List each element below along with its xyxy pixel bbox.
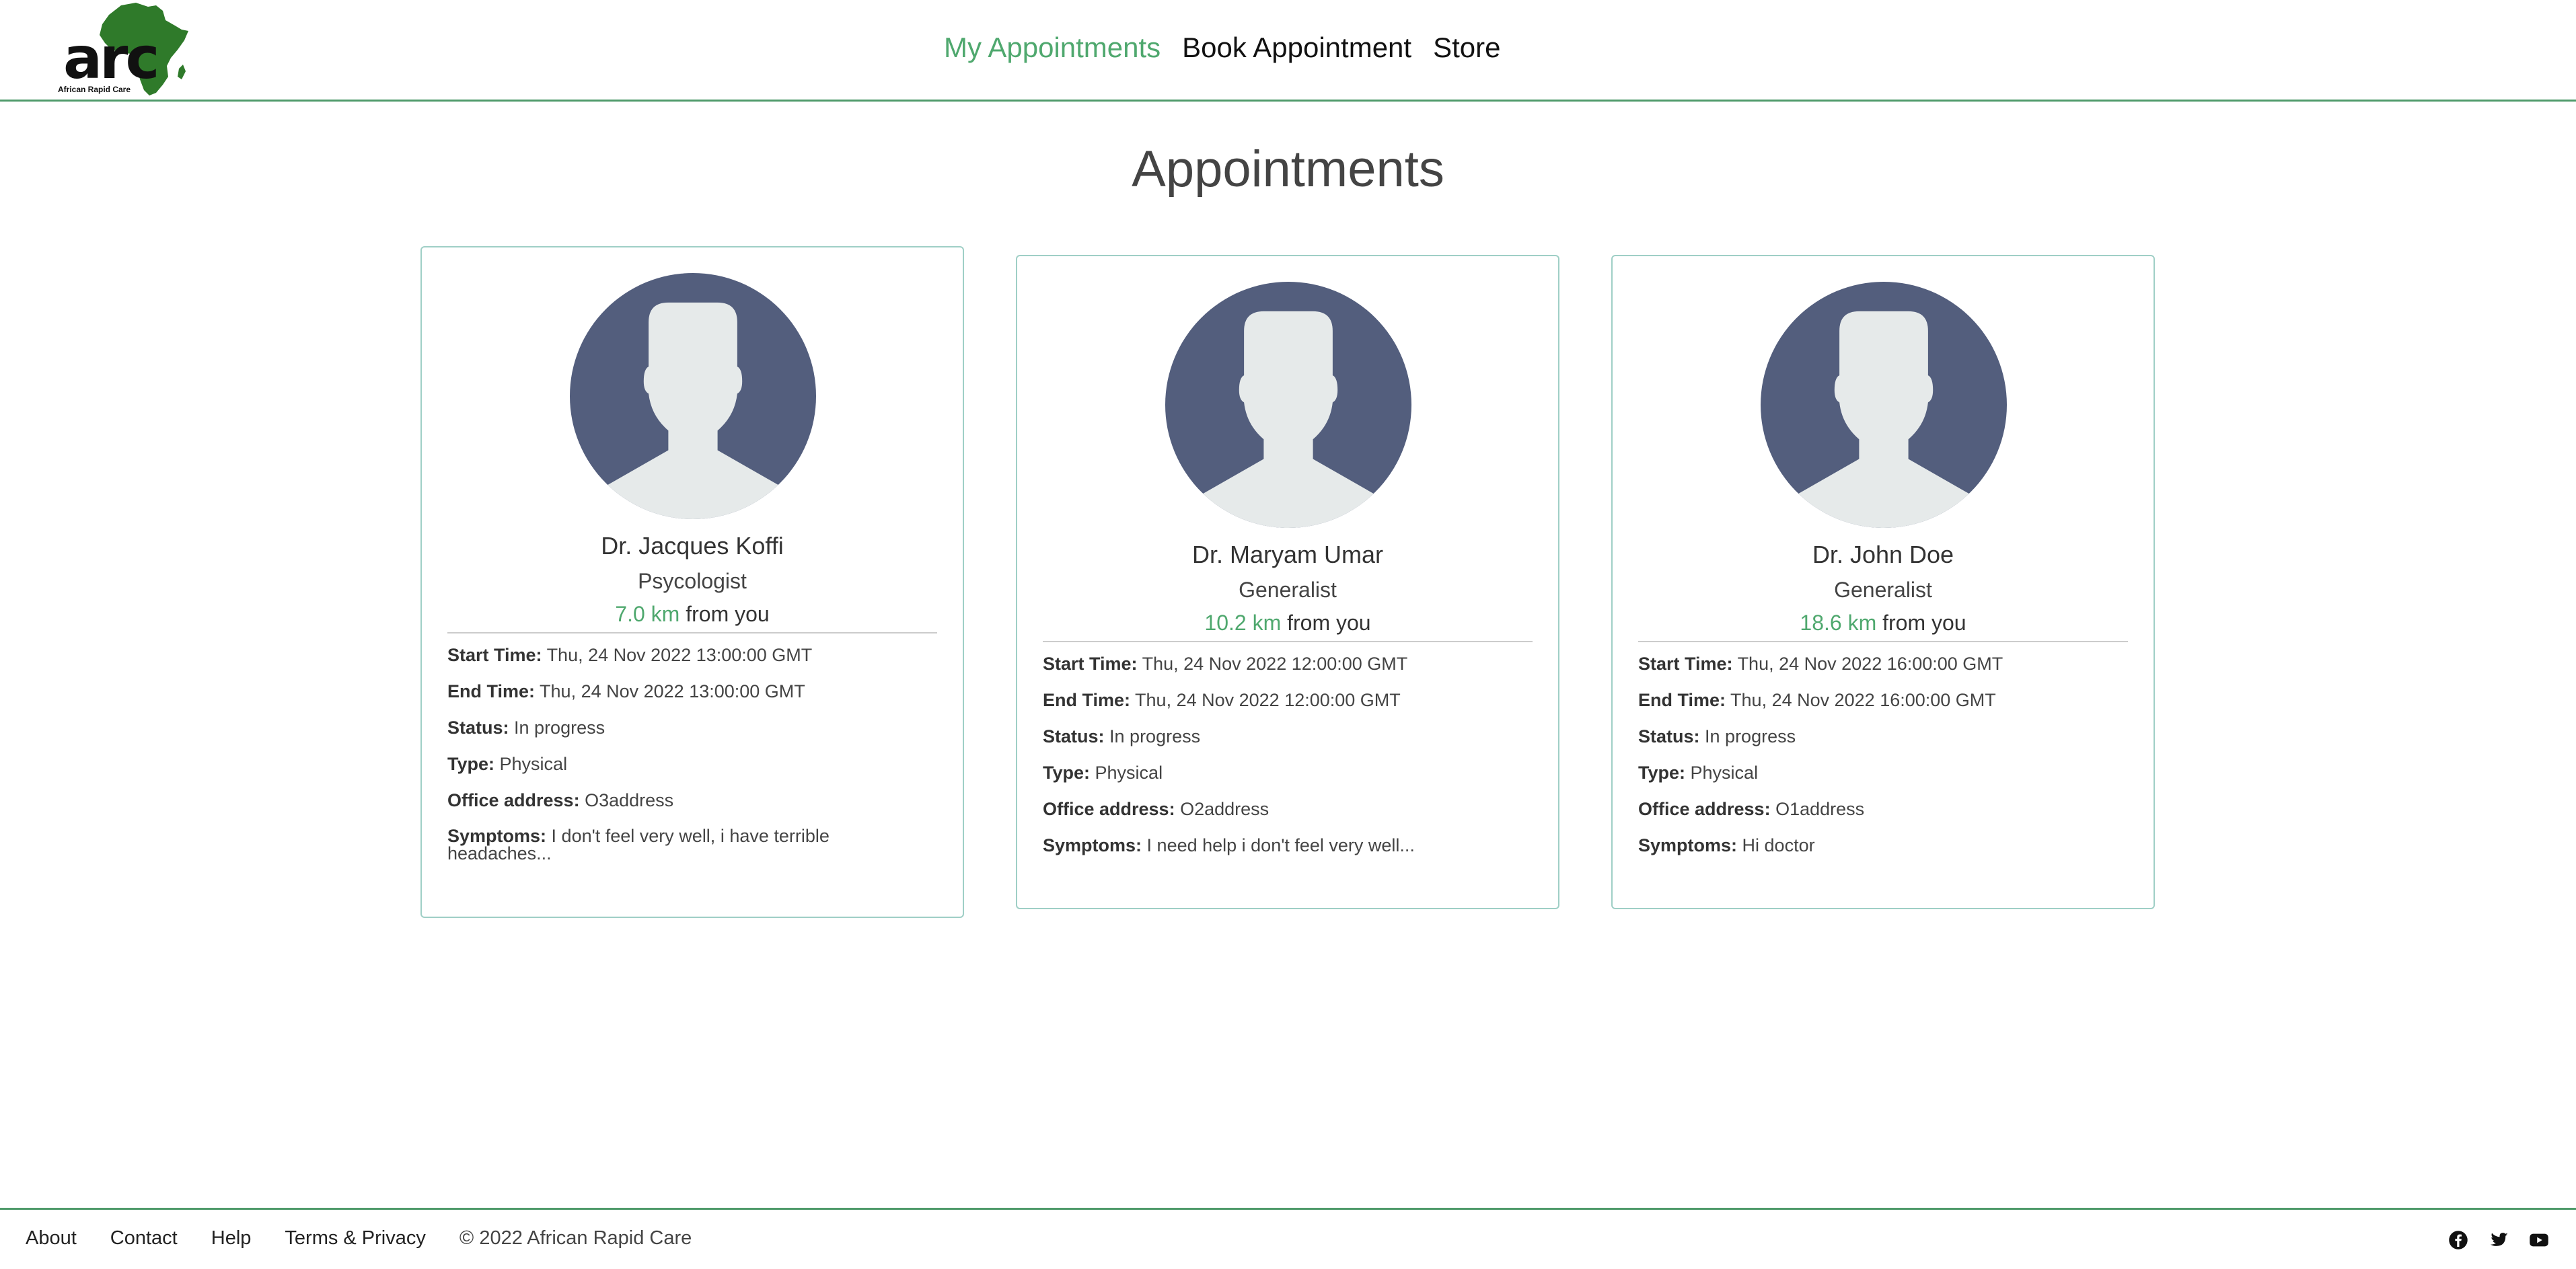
symptoms-label: Symptoms: [1043, 835, 1142, 855]
distance-value: 18.6 km [1800, 611, 1877, 635]
avatar-placeholder-icon [1165, 282, 1411, 528]
logo-subtitle: African Rapid Care [58, 85, 131, 94]
start-time-row: Start Time: Thu, 24 Nov 2022 12:00:00 GM… [1043, 654, 1533, 673]
footer-copyright: © 2022 African Rapid Care [459, 1227, 692, 1249]
status-label: Status: [1638, 726, 1700, 746]
end-time-value: Thu, 24 Nov 2022 12:00:00 GMT [1135, 690, 1401, 710]
office-label: Office address: [1638, 799, 1771, 819]
facebook-icon[interactable] [2448, 1230, 2468, 1250]
end-time-row: End Time: Thu, 24 Nov 2022 12:00:00 GMT [1043, 691, 1533, 709]
nav-my-appointments[interactable]: My Appointments [944, 30, 1161, 66]
doctor-specialty: Generalist [1239, 578, 1337, 602]
distance-value: 7.0 km [615, 602, 680, 626]
appointment-details: Start Time: Thu, 24 Nov 2022 16:00:00 GM… [1638, 654, 2128, 872]
distance-suffix: from you [1882, 611, 1966, 635]
type-label: Type: [1043, 763, 1091, 783]
office-label: Office address: [447, 790, 580, 810]
symptoms-value: Hi doctor [1742, 835, 1815, 855]
end-time-label: End Time: [1638, 690, 1726, 710]
start-time-row: Start Time: Thu, 24 Nov 2022 13:00:00 GM… [447, 646, 937, 664]
office-row: Office address: O3address [447, 791, 937, 810]
end-time-label: End Time: [1043, 690, 1131, 710]
type-label: Type: [1638, 763, 1686, 783]
status-value: In progress [1705, 726, 1796, 746]
type-row: Type: Physical [1638, 763, 2128, 782]
doctor-name: Dr. Maryam Umar [1191, 541, 1383, 568]
distance-value: 10.2 km [1204, 611, 1282, 635]
end-time-row: End Time: Thu, 24 Nov 2022 13:00:00 GMT [447, 682, 937, 701]
status-row: Status: In progress [1638, 727, 2128, 746]
doctor-distance: 10.2 km from you [1017, 611, 1558, 636]
footer-links: About Contact Help Terms & Privacy © 202… [26, 1227, 692, 1249]
avatar-placeholder-icon [570, 273, 816, 519]
doctor-name: Dr. John Doe [1812, 541, 1954, 568]
card-divider [1043, 641, 1533, 642]
footer-link-contact[interactable]: Contact [110, 1227, 178, 1249]
status-value: In progress [514, 718, 605, 738]
end-time-label: End Time: [447, 681, 536, 701]
office-label: Office address: [1043, 799, 1175, 819]
office-row: Office address: O1address [1638, 800, 2128, 818]
appointment-details: Start Time: Thu, 24 Nov 2022 12:00:00 GM… [1043, 654, 1533, 872]
footer-link-terms-privacy[interactable]: Terms & Privacy [285, 1227, 425, 1249]
start-time-value: Thu, 24 Nov 2022 12:00:00 GMT [1142, 654, 1408, 674]
type-row: Type: Physical [1043, 763, 1533, 782]
appointment-card[interactable]: Dr. Maryam Umar Generalist 10.2 km from … [1016, 255, 1559, 909]
start-time-value: Thu, 24 Nov 2022 13:00:00 GMT [546, 645, 813, 665]
office-value: O2address [1180, 799, 1269, 819]
appointment-card[interactable]: Dr. John Doe Generalist 18.6 km from you… [1611, 255, 2155, 909]
youtube-icon[interactable] [2529, 1230, 2549, 1250]
arc-logo[interactable]: arc African Rapid Care [55, 1, 190, 95]
footer-link-about[interactable]: About [26, 1227, 77, 1249]
logo-wordmark: arc [63, 25, 159, 92]
page-title: Appointments [1132, 141, 1444, 198]
doctor-name: Dr. Jacques Koffi [601, 532, 784, 560]
end-time-row: End Time: Thu, 24 Nov 2022 16:00:00 GMT [1638, 691, 2128, 709]
symptoms-value: I need help i don't feel very well... [1146, 835, 1415, 855]
footer-link-help[interactable]: Help [211, 1227, 252, 1249]
twitter-icon[interactable] [2489, 1230, 2509, 1250]
type-label: Type: [447, 754, 495, 774]
doctor-distance: 18.6 km from you [1613, 611, 2154, 636]
end-time-value: Thu, 24 Nov 2022 13:00:00 GMT [540, 681, 805, 701]
start-time-label: Start Time: [447, 645, 542, 665]
doctor-distance: 7.0 km from you [422, 602, 963, 627]
avatar-placeholder-icon [1761, 282, 2007, 528]
distance-suffix: from you [686, 602, 770, 626]
site-footer: About Contact Help Terms & Privacy © 202… [0, 1208, 2576, 1269]
start-time-row: Start Time: Thu, 24 Nov 2022 16:00:00 GM… [1638, 654, 2128, 673]
office-row: Office address: O2address [1043, 800, 1533, 818]
nav-book-appointment[interactable]: Book Appointment [1182, 30, 1411, 66]
status-value: In progress [1109, 726, 1201, 746]
social-links [2448, 1230, 2549, 1250]
symptoms-row: Symptoms: I need help i don't feel very … [1043, 836, 1533, 855]
site-header: arc African Rapid Care My Appointments B… [0, 0, 2576, 102]
nav-store[interactable]: Store [1433, 30, 1500, 66]
status-row: Status: In progress [1043, 727, 1533, 746]
type-value: Physical [499, 754, 568, 774]
office-value: O3address [585, 790, 674, 810]
distance-suffix: from you [1287, 611, 1371, 635]
status-label: Status: [1043, 726, 1105, 746]
type-value: Physical [1095, 763, 1163, 783]
appointment-card[interactable]: Dr. Jacques Koffi Psycologist 7.0 km fro… [420, 246, 964, 918]
type-value: Physical [1690, 763, 1759, 783]
start-time-value: Thu, 24 Nov 2022 16:00:00 GMT [1737, 654, 2003, 674]
type-row: Type: Physical [447, 755, 937, 773]
symptoms-label: Symptoms: [1638, 835, 1738, 855]
card-divider [1638, 641, 2128, 642]
status-row: Status: In progress [447, 718, 937, 737]
office-value: O1address [1775, 799, 1865, 819]
doctor-specialty: Generalist [1834, 578, 1932, 602]
symptoms-row: Symptoms: Hi doctor [1638, 836, 2128, 855]
card-divider [447, 632, 937, 633]
end-time-value: Thu, 24 Nov 2022 16:00:00 GMT [1730, 690, 1996, 710]
start-time-label: Start Time: [1043, 654, 1138, 674]
main-nav: My Appointments Book Appointment Store [944, 30, 1500, 66]
start-time-label: Start Time: [1638, 654, 1733, 674]
doctor-specialty: Psycologist [638, 569, 747, 593]
symptoms-row: Symptoms: I don't feel very well, i have… [447, 827, 937, 863]
appointment-details: Start Time: Thu, 24 Nov 2022 13:00:00 GM… [447, 646, 937, 880]
status-label: Status: [447, 718, 509, 738]
